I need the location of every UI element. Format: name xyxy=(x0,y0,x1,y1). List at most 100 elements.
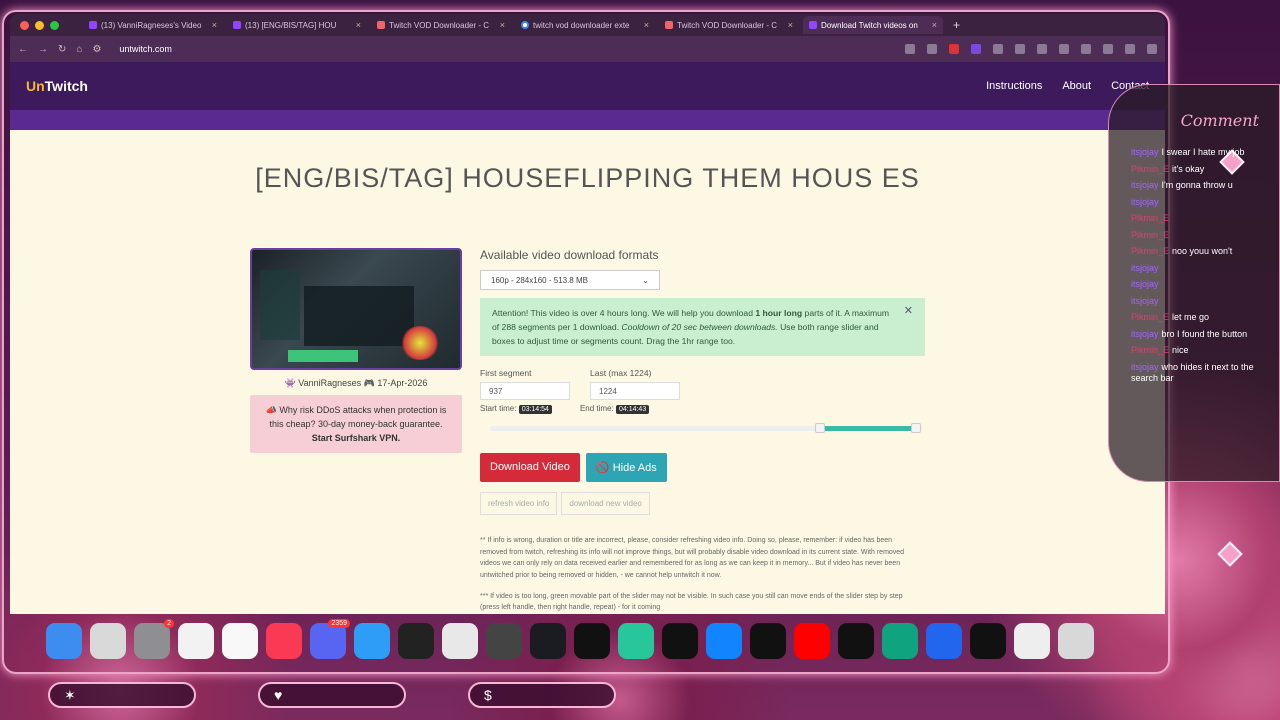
tab-title: Download Twitch videos on xyxy=(821,20,918,30)
notes-icon[interactable] xyxy=(222,623,258,659)
tab-title: Twitch VOD Downloader - C xyxy=(389,20,490,30)
photos-icon[interactable] xyxy=(178,623,214,659)
close-tab-icon[interactable]: × xyxy=(644,20,649,30)
video-thumbnail[interactable] xyxy=(250,248,462,370)
extension-icon[interactable] xyxy=(905,44,915,54)
home-icon[interactable]: ⌂ xyxy=(76,44,82,55)
trash-icon[interactable] xyxy=(1058,623,1094,659)
dollar-icon: $ xyxy=(484,687,492,703)
heart-icon: ♥ xyxy=(274,687,283,703)
close-window-button[interactable] xyxy=(20,20,29,30)
chat-username: Pikmin_E xyxy=(1131,163,1170,174)
site-settings-icon[interactable]: ⚙ xyxy=(92,44,101,55)
bookmark-star-icon[interactable] xyxy=(927,44,937,54)
browser-tab[interactable]: Twitch VOD Downloader - C × xyxy=(659,16,799,34)
nav-about[interactable]: About xyxy=(1062,80,1091,92)
chat-message: Pikmin_E nice xyxy=(1131,345,1279,357)
start-time: 03:14:54 xyxy=(518,405,552,414)
browser-tab[interactable]: (13) VanniRagneses's Video × xyxy=(83,16,223,34)
browser-tab[interactable]: Twitch VOD Downloader - C × xyxy=(371,16,511,34)
finder-icon[interactable] xyxy=(46,623,82,659)
page-content: [ENG/BIS/TAG] HOUSEFLIPPING THEM HOUS ES… xyxy=(10,130,1165,614)
last-segment-input[interactable]: 1224 xyxy=(590,382,680,400)
teams-icon[interactable] xyxy=(618,623,654,659)
length-alert: Attention! This video is over 4 hours lo… xyxy=(480,298,925,356)
tiktok-icon[interactable] xyxy=(574,623,610,659)
slider-left-handle[interactable] xyxy=(815,423,826,433)
extension-icon[interactable] xyxy=(971,44,981,54)
x-icon[interactable] xyxy=(662,623,698,659)
notification-badge: 2 xyxy=(164,619,174,628)
minimize-window-button[interactable] xyxy=(35,20,44,30)
slider-range[interactable] xyxy=(820,426,916,431)
url-field[interactable]: untwitch.com xyxy=(119,44,172,54)
chat-username: itsjojay xyxy=(1131,180,1159,190)
sidebar-icon[interactable] xyxy=(1103,44,1113,54)
back-icon[interactable]: ← xyxy=(18,44,28,55)
chat-message: Pikmin_E noo youu won't xyxy=(1131,246,1279,258)
forward-icon[interactable]: → xyxy=(38,44,48,55)
youtube-icon[interactable] xyxy=(794,623,830,659)
vc-icon[interactable] xyxy=(1014,623,1050,659)
chat-text: it's okay xyxy=(1172,163,1205,174)
music-icon[interactable] xyxy=(266,623,302,659)
close-tab-icon[interactable]: × xyxy=(500,20,505,30)
plus-app-icon[interactable] xyxy=(926,623,962,659)
slider-note: *** If video is too long, green movable … xyxy=(480,593,903,611)
download-new-video-button[interactable]: download new video xyxy=(561,492,650,515)
download-video-button[interactable]: Download Video xyxy=(480,453,580,482)
chatgpt-icon[interactable] xyxy=(882,623,918,659)
capcut-icon[interactable] xyxy=(970,623,1006,659)
promo-link[interactable]: Start Surfshark VPN. xyxy=(312,433,401,443)
chat-username: Pikmin_E xyxy=(1131,246,1170,256)
chat-message: Pikmin_E let me go xyxy=(1131,312,1279,324)
close-tab-icon[interactable]: × xyxy=(932,20,937,30)
close-tab-icon[interactable]: × xyxy=(212,20,217,30)
new-tab-button[interactable]: + xyxy=(953,18,960,32)
close-tab-icon[interactable]: × xyxy=(788,20,793,30)
streamlabs-icon[interactable] xyxy=(838,623,874,659)
discord-icon[interactable]: 2359 xyxy=(310,619,350,659)
profile-avatar-icon[interactable] xyxy=(1125,44,1135,54)
author-name[interactable]: VanniRagneses xyxy=(298,378,361,388)
bluesky-icon[interactable] xyxy=(706,623,742,659)
chat-text: bro I found the button xyxy=(1161,328,1248,339)
browser-tab[interactable]: Download Twitch videos on × xyxy=(803,16,943,34)
site-logo[interactable]: UnTwitch xyxy=(26,78,88,94)
obs-icon[interactable] xyxy=(530,623,566,659)
range-slider[interactable] xyxy=(490,423,922,433)
hide-ads-button[interactable]: 🚫 Hide Ads xyxy=(585,453,667,482)
refresh-note: ** If info is wrong, duration or title a… xyxy=(480,537,905,579)
first-segment-input[interactable]: 937 xyxy=(480,382,570,400)
browser-tab[interactable]: (13) [ENG/BIS/TAG] HOU × xyxy=(227,16,367,34)
nav-instructions[interactable]: Instructions xyxy=(986,80,1042,92)
extension-icon[interactable] xyxy=(1015,44,1025,54)
close-tab-icon[interactable]: × xyxy=(356,20,361,30)
chat-username: itsjojay xyxy=(1131,279,1159,289)
chrome-icon[interactable] xyxy=(442,623,478,659)
video-meta: 👾 VanniRagneses 🎮 17-Apr-2026 xyxy=(250,378,462,389)
menu-kebab-icon[interactable] xyxy=(1147,44,1157,54)
star-icon: ✶ xyxy=(64,686,76,703)
extension-icon[interactable] xyxy=(1037,44,1047,54)
slider-right-handle[interactable] xyxy=(910,423,921,433)
launchpad-icon[interactable] xyxy=(90,623,126,659)
extensions-puzzle-icon[interactable] xyxy=(1059,44,1069,54)
chat-message: itsjojay bro I found the button xyxy=(1131,329,1279,341)
maximize-window-button[interactable] xyxy=(50,20,59,30)
download-icon[interactable] xyxy=(1081,44,1091,54)
browser-tab[interactable]: twitch vod downloader exte × xyxy=(515,16,655,34)
extension-icon[interactable] xyxy=(993,44,1003,54)
format-select[interactable]: 160p - 284x160 - 513.8 MB ⌄ xyxy=(480,270,660,290)
settings-icon[interactable]: 2 xyxy=(134,619,174,659)
site-header: UnTwitch Instructions About Contact xyxy=(10,62,1165,110)
reload-icon[interactable]: ↻ xyxy=(58,44,66,55)
extension-icon[interactable] xyxy=(949,44,959,54)
refresh-video-info-button[interactable]: refresh video info xyxy=(480,492,558,515)
plugin-favicon-icon xyxy=(665,21,673,29)
safari-icon[interactable] xyxy=(354,623,390,659)
cursor-icon[interactable] xyxy=(750,623,786,659)
close-icon[interactable]: ✕ xyxy=(904,304,913,318)
wave-app-icon[interactable] xyxy=(398,623,434,659)
discord-alt-icon[interactable] xyxy=(486,623,522,659)
